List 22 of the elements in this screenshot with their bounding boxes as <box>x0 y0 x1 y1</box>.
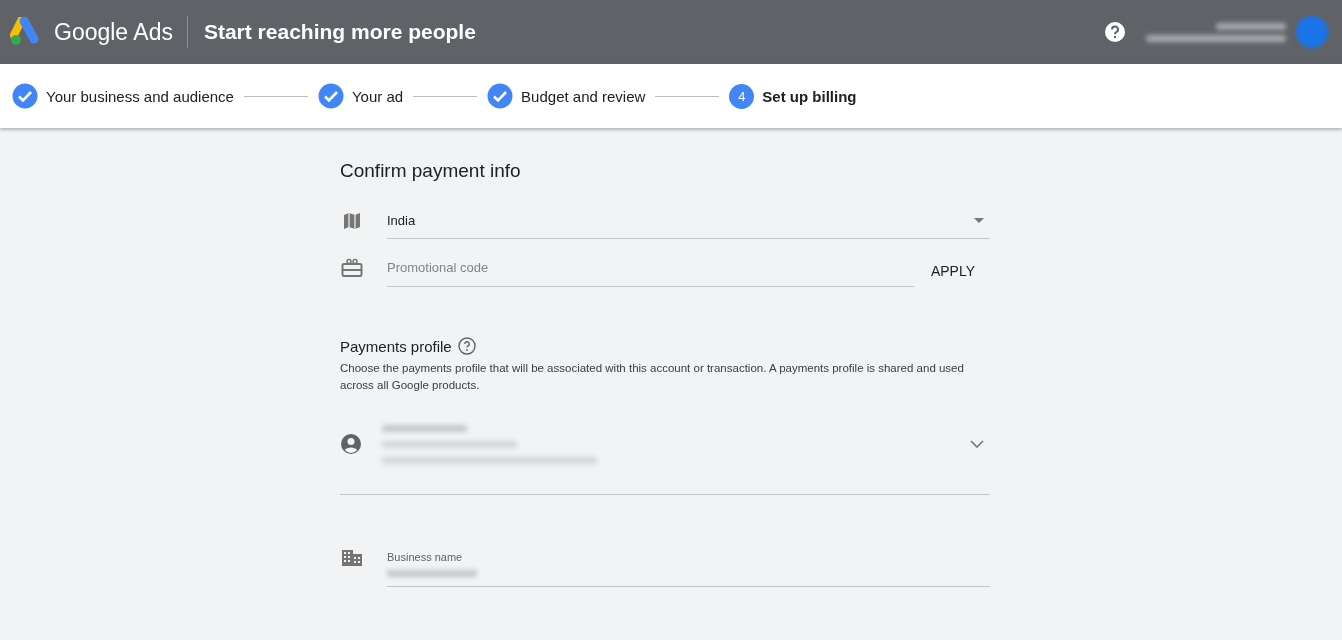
dropdown-arrow-icon <box>974 217 984 223</box>
help-icon[interactable] <box>457 337 476 355</box>
section-title: Confirm payment info <box>340 160 522 182</box>
chevron-down-icon <box>970 440 984 448</box>
help-icon[interactable] <box>1104 21 1126 43</box>
step-number: 4 <box>729 83 755 109</box>
product-name: Google Ads <box>54 18 173 46</box>
account-circle-icon <box>340 433 362 455</box>
business-name-field[interactable]: Business name <box>387 543 990 587</box>
promo-code-field[interactable]: Promotional code <box>387 249 914 287</box>
page-title: Start reaching more people <box>203 20 476 44</box>
step-label[interactable]: Your business and audience <box>46 87 234 105</box>
country-dropdown[interactable]: India <box>387 202 990 239</box>
section-title: Payments profile <box>340 337 452 355</box>
blurred-text <box>1216 22 1286 30</box>
step-label[interactable]: Your ad <box>351 87 404 105</box>
building-icon <box>340 549 364 567</box>
apply-button[interactable]: APPLY <box>915 255 990 287</box>
description: Choose the payments profile that will be associated with this account or transaction. A payments profile is shared and used across all Google products. <box>340 361 965 393</box>
step-label[interactable]: Set up billing <box>762 87 857 105</box>
step-label[interactable]: Budget and review <box>521 87 646 105</box>
gift-card-icon <box>340 258 364 278</box>
